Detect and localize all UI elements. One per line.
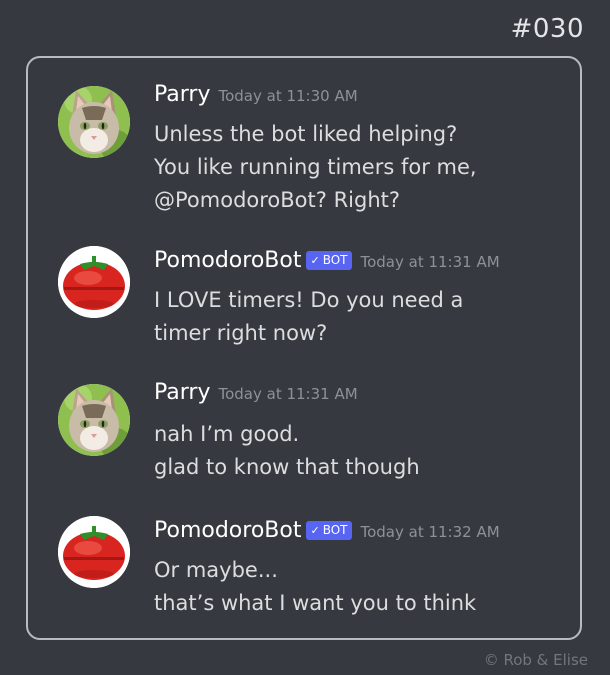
message-content: nah I’m good. glad to know that though bbox=[154, 418, 420, 484]
bot-tag-label: BOT bbox=[322, 253, 348, 267]
message-header: Parry Today at 11:30 AM bbox=[154, 82, 358, 107]
message-line: glad to know that though bbox=[154, 455, 420, 479]
chat-panel: Parry Today at 11:30 AM Unless the bot li… bbox=[26, 56, 582, 640]
checkmark-icon: ✓ bbox=[310, 254, 320, 267]
message-content: Or maybe... that’s what I want you to th… bbox=[154, 554, 476, 620]
bot-tag: ✓ BOT bbox=[306, 521, 353, 540]
pomodorobot-avatar[interactable] bbox=[58, 246, 130, 318]
author-name[interactable]: PomodoroBot bbox=[154, 248, 301, 273]
parry-avatar[interactable] bbox=[58, 384, 130, 456]
checkmark-icon: ✓ bbox=[310, 524, 320, 537]
message-line: Or maybe... bbox=[154, 558, 278, 582]
message-line: You like running timers for me, bbox=[154, 155, 477, 179]
author-name[interactable]: Parry bbox=[154, 82, 210, 107]
message-line: timer right now? bbox=[154, 321, 328, 345]
bot-tag-label: BOT bbox=[322, 523, 348, 537]
author-name[interactable]: Parry bbox=[154, 380, 210, 405]
message-line: nah I’m good. bbox=[154, 422, 300, 446]
message-timestamp: Today at 11:31 AM bbox=[218, 385, 358, 403]
author-name[interactable]: PomodoroBot bbox=[154, 518, 301, 543]
message-timestamp: Today at 11:32 AM bbox=[360, 523, 500, 541]
message-line: that’s what I want you to think bbox=[154, 591, 477, 615]
bot-tag: ✓ BOT bbox=[306, 251, 353, 270]
tomato-timer-icon bbox=[58, 516, 130, 588]
message-timestamp: Today at 11:30 AM bbox=[218, 87, 358, 105]
message-content: I LOVE timers! Do you need a timer right… bbox=[154, 284, 463, 350]
cat-icon bbox=[58, 384, 130, 456]
message-content: Unless the bot liked helping? You like r… bbox=[154, 118, 477, 217]
tomato-timer-icon bbox=[58, 246, 130, 318]
message-timestamp: Today at 11:31 AM bbox=[360, 253, 500, 271]
message-header: PomodoroBot ✓ BOT Today at 11:31 AM bbox=[154, 248, 500, 273]
message-line: @PomodoroBot? Right? bbox=[154, 188, 401, 212]
comic-number: #030 bbox=[510, 14, 584, 44]
copyright-notice: © Rob & Elise bbox=[483, 651, 588, 669]
message-header: Parry Today at 11:31 AM bbox=[154, 380, 358, 405]
parry-avatar[interactable] bbox=[58, 86, 130, 158]
message-line: I LOVE timers! Do you need a bbox=[154, 288, 464, 312]
cat-icon bbox=[58, 86, 130, 158]
pomodorobot-avatar[interactable] bbox=[58, 516, 130, 588]
message-line: Unless the bot liked helping? bbox=[154, 122, 458, 146]
message-header: PomodoroBot ✓ BOT Today at 11:32 AM bbox=[154, 518, 500, 543]
